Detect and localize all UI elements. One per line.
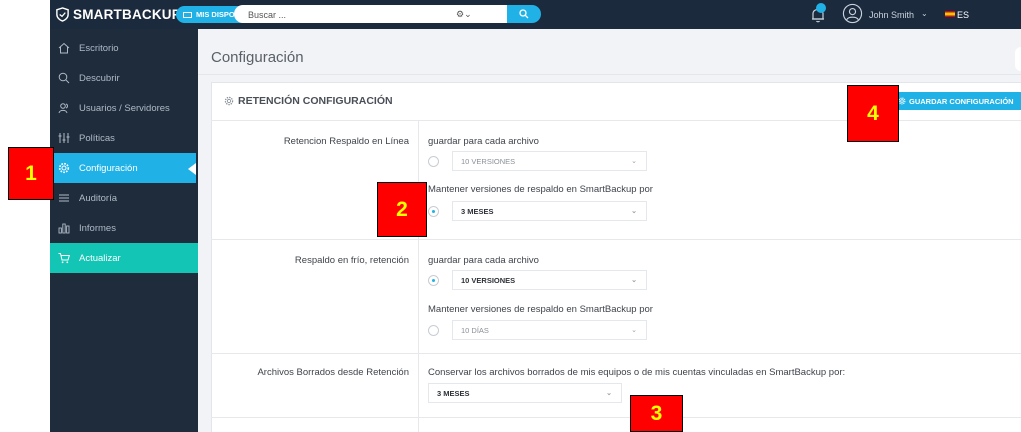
save-button-label: GUARDAR CONFIGURACIÓN bbox=[909, 96, 1014, 106]
brand-logo[interactable]: SMARTBACKUP bbox=[55, 5, 181, 23]
annotation-callout-2: 2 bbox=[377, 182, 427, 237]
deleted-files-label: Conservar los archivos borrados de mis e… bbox=[428, 367, 846, 378]
gear-icon bbox=[898, 97, 906, 105]
row-divider bbox=[211, 353, 1021, 354]
search-options-gear-icon[interactable]: ⚙⌄ bbox=[456, 9, 472, 20]
chevron-down-icon: ⌄ bbox=[606, 390, 612, 397]
row-divider bbox=[211, 417, 1021, 418]
sidebar-item-informes[interactable]: Informes bbox=[50, 213, 198, 243]
select-value: 10 VERSIONES bbox=[461, 275, 516, 285]
search-input[interactable] bbox=[234, 6, 434, 24]
per-file-label: guardar para cada archivo bbox=[428, 136, 539, 147]
panel-title: RETENCIÓN CONFIGURACIÓN bbox=[238, 95, 393, 107]
sidebar-item-label: Configuración bbox=[79, 162, 138, 174]
left-margin bbox=[0, 0, 50, 432]
sidebar-item-configuracion[interactable]: Configuración bbox=[50, 153, 196, 183]
select-value: 3 MESES bbox=[437, 388, 470, 398]
keep-versions-select[interactable]: 3 MESES ⌄ bbox=[452, 201, 647, 221]
annotation-callout-4: 4 bbox=[847, 85, 899, 142]
chevron-down-icon: ⌄ bbox=[631, 277, 637, 284]
notification-badge bbox=[816, 3, 826, 13]
annotation-callout-3: 3 bbox=[630, 395, 683, 432]
user-menu-chevron-icon[interactable]: ⌄ bbox=[921, 9, 928, 18]
sidebar-item-label: Usuarios / Servidores bbox=[79, 102, 170, 114]
keep-versions-label: Mantener versiones de respaldo en SmartB… bbox=[428, 184, 653, 195]
search-icon bbox=[58, 72, 70, 84]
monitor-icon bbox=[183, 11, 192, 18]
right-edge-tab bbox=[1015, 47, 1021, 71]
sidebar-item-label: Descubrir bbox=[79, 72, 120, 84]
active-item-indicator bbox=[188, 163, 196, 175]
user-avatar-icon[interactable] bbox=[842, 3, 863, 24]
app-window: SMARTBACKUP MIS DISPOSITIVOS ⌄ ⚙⌄ John S… bbox=[0, 0, 1021, 432]
keep-versions-label: Mantener versiones de respaldo en SmartB… bbox=[428, 304, 653, 315]
panel-header-divider bbox=[211, 120, 1021, 121]
gear-icon bbox=[58, 162, 70, 174]
per-file-select[interactable]: 10 VERSIONES ⌄ bbox=[452, 151, 647, 171]
spain-flag-icon[interactable] bbox=[945, 11, 955, 17]
per-file-select[interactable]: 10 VERSIONES ⌄ bbox=[452, 270, 647, 290]
search-icon bbox=[519, 9, 529, 19]
row-label-deleted-files: Archivos Borrados desde Retención bbox=[257, 367, 409, 378]
keep-versions-radio[interactable] bbox=[428, 325, 439, 336]
row-label-cold-retention: Respaldo en frío, retención bbox=[294, 255, 409, 266]
keep-versions-select[interactable]: 10 DÍAS ⌄ bbox=[452, 320, 647, 340]
sidebar-item-label: Políticas bbox=[79, 132, 115, 144]
keep-versions-radio[interactable] bbox=[428, 206, 439, 217]
chevron-down-icon: ⌄ bbox=[631, 208, 637, 215]
brand-name: SMARTBACKUP bbox=[73, 6, 181, 22]
sidebar-item-label: Informes bbox=[79, 222, 116, 234]
per-file-radio[interactable] bbox=[428, 156, 439, 167]
bar-chart-icon bbox=[58, 223, 70, 234]
column-divider bbox=[418, 121, 419, 432]
sidebar-item-label: Escritorio bbox=[79, 42, 119, 54]
search-button[interactable] bbox=[507, 5, 541, 23]
title-divider bbox=[198, 74, 1021, 75]
select-value: 10 DÍAS bbox=[461, 325, 489, 335]
per-file-radio[interactable] bbox=[428, 275, 439, 286]
panel-header: RETENCIÓN CONFIGURACIÓN bbox=[224, 95, 393, 107]
sidebar-item-label: Auditoría bbox=[79, 192, 118, 204]
home-icon bbox=[58, 42, 70, 54]
cart-icon bbox=[58, 253, 70, 264]
sidebar-item-usuarios[interactable]: Usuarios / Servidores bbox=[50, 93, 198, 123]
select-value: 3 MESES bbox=[461, 206, 494, 216]
annotation-callout-1: 1 bbox=[8, 147, 54, 200]
deleted-files-select[interactable]: 3 MESES ⌄ bbox=[428, 383, 622, 403]
sidebar-item-descubrir[interactable]: Descubrir bbox=[50, 63, 198, 93]
sidebar-item-escritorio[interactable]: Escritorio bbox=[50, 33, 198, 63]
gear-icon bbox=[224, 96, 234, 106]
select-value: 10 VERSIONES bbox=[461, 156, 516, 166]
sidebar-item-politicas[interactable]: Políticas bbox=[50, 123, 198, 153]
chevron-down-icon: ⌄ bbox=[631, 158, 637, 165]
shield-icon bbox=[56, 6, 69, 22]
save-configuration-button[interactable]: GUARDAR CONFIGURACIÓN bbox=[893, 92, 1021, 110]
language-selector[interactable]: ES bbox=[957, 10, 969, 20]
users-icon bbox=[58, 103, 68, 114]
row-divider bbox=[211, 239, 1021, 240]
sidebar-item-label: Actualizar bbox=[79, 252, 121, 264]
sidebar-item-actualizar[interactable]: Actualizar bbox=[50, 243, 198, 273]
list-icon bbox=[59, 194, 69, 202]
row-label-online-retention: Retencion Respaldo en Línea bbox=[283, 136, 409, 147]
chevron-down-icon: ⌄ bbox=[631, 327, 637, 334]
sliders-icon bbox=[58, 133, 70, 143]
sidebar-item-auditoria[interactable]: Auditoría bbox=[50, 183, 198, 213]
sidebar: Escritorio Descubrir Usuarios / Servidor… bbox=[50, 29, 198, 432]
page-title: Configuración bbox=[211, 49, 304, 66]
per-file-label: guardar para cada archivo bbox=[428, 255, 539, 266]
user-name[interactable]: John Smith bbox=[869, 10, 914, 20]
